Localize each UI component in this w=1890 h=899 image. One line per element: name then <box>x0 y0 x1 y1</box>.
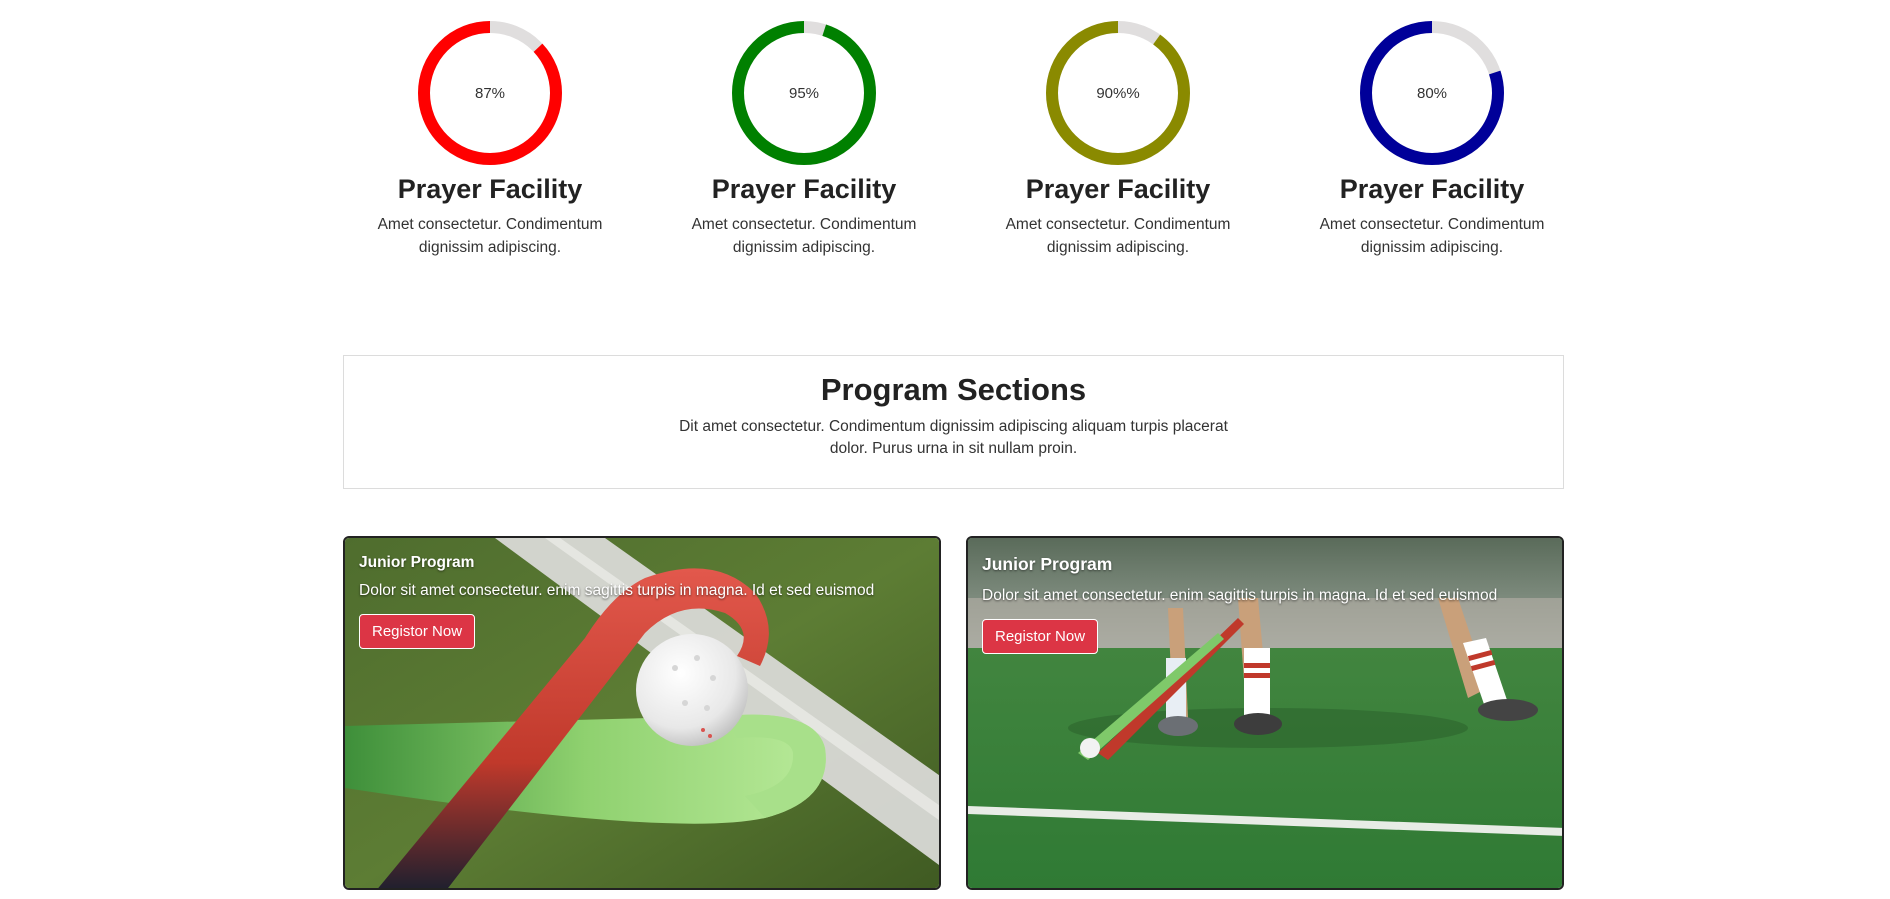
stat-title: Prayer Facility <box>1339 174 1525 204</box>
card-text: Dolor sit amet consectetur. enim sagitti… <box>982 587 1498 604</box>
section-description: Dit amet consectetur. Condimentum dignis… <box>679 418 1228 457</box>
register-now-button[interactable]: Registor Now <box>982 619 1099 654</box>
progress-percent-label: 87% <box>474 84 506 102</box>
progress-percent-label: 95% <box>788 84 820 102</box>
card-content: Junior Program Dolor sit amet consectetu… <box>359 554 925 649</box>
stat-description: Amet consectetur. Condimentum dignissim … <box>691 216 917 256</box>
progress-percent-label: 90%% <box>1096 84 1140 102</box>
program-card: Junior Program Dolor sit amet consectetu… <box>966 536 1564 890</box>
progress-ring: 80% <box>1359 20 1505 166</box>
progress-ring: 90%% <box>1045 20 1191 166</box>
stat-description: Amet consectetur. Condimentum dignissim … <box>377 216 603 256</box>
card-content: Junior Program Dolor sit amet consectetu… <box>982 554 1548 654</box>
stat-item: 90%% Prayer Facility Amet consectetur. C… <box>968 20 1268 259</box>
register-now-button[interactable]: Registor Now <box>359 614 476 649</box>
card-text: Dolor sit amet consectetur. enim sagitti… <box>359 582 875 599</box>
program-sections-box: Program Sections Dit amet consectetur. C… <box>343 355 1564 489</box>
stat-description: Amet consectetur. Condimentum dignissim … <box>1005 216 1231 256</box>
progress-percent-label: 80% <box>1416 84 1448 102</box>
stat-title: Prayer Facility <box>1025 174 1211 204</box>
stat-item: 87% Prayer Facility Amet consectetur. Co… <box>340 20 640 259</box>
progress-ring: 87% <box>417 20 563 166</box>
program-card: Junior Program Dolor sit amet consectetu… <box>343 536 941 890</box>
stat-title: Prayer Facility <box>397 174 583 204</box>
stat-item: 80% Prayer Facility Amet consectetur. Co… <box>1282 20 1582 259</box>
card-title: Junior Program <box>982 554 1113 574</box>
progress-ring: 95% <box>731 20 877 166</box>
stat-description: Amet consectetur. Condimentum dignissim … <box>1319 216 1545 256</box>
card-title: Junior Program <box>359 554 475 571</box>
stat-title: Prayer Facility <box>711 174 897 204</box>
section-title: Program Sections <box>820 372 1087 407</box>
stat-item: 95% Prayer Facility Amet consectetur. Co… <box>654 20 954 259</box>
stats-section: 87% Prayer Facility Amet consectetur. Co… <box>0 0 1890 260</box>
